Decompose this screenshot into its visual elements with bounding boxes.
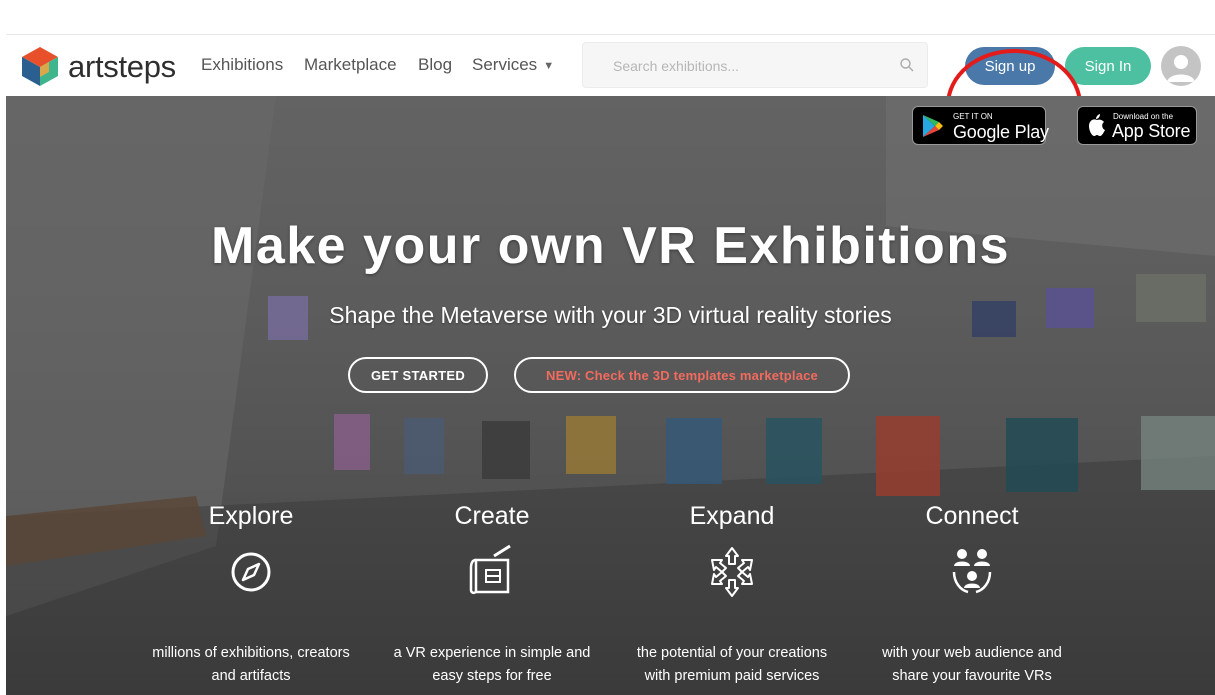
feature-expand: Expand the potential of your creations w… [617,500,847,688]
search-icon[interactable] [899,57,915,73]
hero-subtitle: Shape the Metaverse with your 3D virtual… [329,302,892,328]
user-avatar-icon[interactable] [1161,46,1201,86]
feature-description: millions of exhibitions, creators and ar… [136,642,366,688]
nav-services[interactable]: Services ▼ [472,55,554,75]
feature-description: a VR experience in simple and easy steps… [377,642,607,688]
sign-in-button[interactable]: Sign In [1065,47,1151,85]
nav-blog[interactable]: Blog [418,55,452,75]
search-input[interactable] [583,43,915,89]
google-play-big-text: Google Play [953,122,1049,142]
expand-arrows-icon [711,547,753,597]
feature-explore: Explore millions of exhibitions, creator… [136,500,366,688]
compass-icon [231,552,271,592]
feature-desc-line-2: and artifacts [211,668,291,684]
app-store-big-text: App Store [1112,121,1191,141]
app-store-small-text: Download on the [1113,112,1174,121]
feature-create: Create a VR experience in simple and eas… [377,500,607,688]
hero-title: Make your own VR Exhibitions [211,217,1010,275]
marketplace-button[interactable]: NEW: Check the 3D templates marketplace [514,357,850,393]
feature-desc-line-1: the potential of your creations [636,645,828,661]
top-navbar: artsteps Exhibitions Marketplace Blog Se… [6,34,1215,161]
apple-icon [1089,114,1105,136]
feature-title: Connect [925,502,1019,530]
feature-title: Explore [208,502,294,530]
top-margin [0,0,1215,34]
search-box [582,42,928,89]
feature-title: Create [454,502,530,530]
feature-desc-line-2: share your favourite VRs [892,668,1052,684]
feature-description: the potential of your creations with pre… [617,642,847,688]
people-connect-icon [952,549,992,594]
feature-desc-line-2: easy steps for free [432,668,552,684]
feature-connect: Connect with your web audience and share… [857,500,1087,688]
caret-down-icon: ▼ [543,59,555,72]
google-play-badge[interactable]: GET IT ON Google Play [912,106,1049,145]
get-started-button[interactable]: GET STARTED [348,357,488,393]
google-play-small-text: GET IT ON [953,112,993,121]
nav-marketplace[interactable]: Marketplace [304,55,397,75]
hero-section: GET IT ON Google Play Download on the Ap… [6,96,1215,695]
logo-text: artsteps [68,48,176,84]
app-store-badge[interactable]: Download on the App Store [1077,106,1197,145]
feature-desc-line-2: with premium paid services [644,668,820,684]
feature-desc-line-1: millions of exhibitions, creators [152,645,350,661]
google-play-icon [923,115,943,137]
feature-desc-line-1: with your web audience and [882,645,1062,661]
feature-title: Expand [689,502,775,530]
nav-exhibitions[interactable]: Exhibitions [201,55,283,75]
feature-desc-line-1: a VR experience in simple and [393,645,591,661]
blueprint-icon [469,544,511,595]
feature-description: with your web audience and share your fa… [857,642,1087,688]
nav-services-label: Services [472,55,538,74]
logo-cube-icon [22,47,58,86]
artsteps-logo[interactable]: artsteps [18,44,188,88]
